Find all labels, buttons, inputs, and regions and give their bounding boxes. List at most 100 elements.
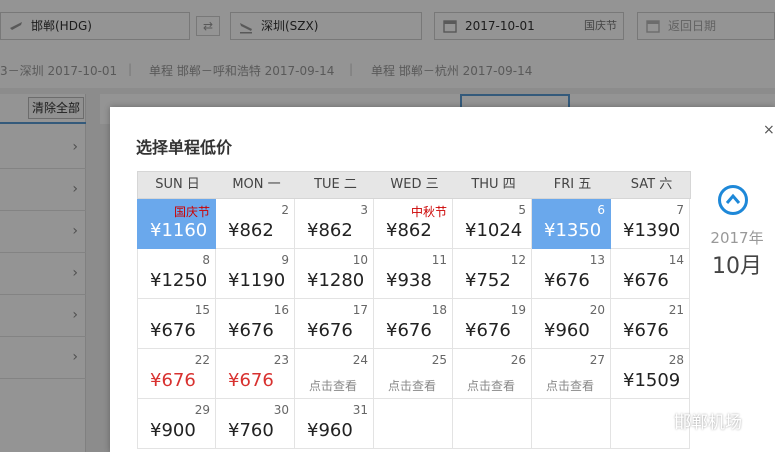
month-label: 10月 [712, 254, 762, 279]
fare-price: ¥676 [150, 370, 196, 391]
low-price-calendar-modal: 选择单程低价 × SUN 日 MON 一 TUE 二 WED 三 THU 四 F… [110, 107, 775, 452]
weekday-label: TUE 二 [314, 177, 357, 192]
weekday-label: MON 一 [232, 177, 281, 192]
calendar-day-cell[interactable]: 19 ¥676 [453, 299, 532, 349]
fare-price: ¥1024 [465, 220, 523, 241]
calendar-day-cell[interactable]: 3 ¥862 [295, 199, 374, 249]
watermark: 邯郸机场 [638, 406, 775, 433]
calendar-day-cell[interactable]: 6 ¥1350 [532, 199, 611, 249]
calendar-day-cell[interactable]: 7 ¥1390 [611, 199, 690, 249]
calendar-day-cell[interactable]: 2 ¥862 [216, 199, 295, 249]
fare-price: ¥676 [228, 370, 274, 391]
day-number: 14 [668, 253, 684, 267]
fare-price: ¥676 [386, 320, 432, 341]
holiday-label: 中秋节 [410, 205, 447, 219]
calendar-day-cell[interactable]: 20 ¥960 [532, 299, 611, 349]
calendar-day-cell[interactable]: 12 ¥752 [453, 249, 532, 299]
day-number: 6 [597, 203, 605, 217]
calendar-day-cell[interactable]: 29 ¥900 [137, 399, 216, 449]
fare-price: ¥1509 [623, 370, 681, 391]
day-number: 19 [510, 303, 526, 317]
view-price-link[interactable]: 点击查看 [388, 377, 436, 394]
day-number: 7 [676, 203, 684, 217]
calendar-empty-cell [374, 399, 453, 449]
day-number: 11 [431, 253, 447, 267]
calendar-day-cell[interactable]: 24 点击查看 [295, 349, 374, 399]
calendar-day-cell[interactable]: 28 ¥1509 [611, 349, 690, 399]
calendar-day-cell[interactable]: 25 点击查看 [374, 349, 453, 399]
day-number: 25 [431, 353, 447, 367]
fare-price: ¥1390 [623, 220, 681, 241]
close-icon[interactable]: × [763, 123, 775, 137]
day-number: 17 [352, 303, 368, 317]
day-number: 12 [510, 253, 526, 267]
day-number: 20 [589, 303, 605, 317]
day-number: 2 [281, 203, 289, 217]
day-number: 15 [194, 303, 210, 317]
fare-price: ¥862 [386, 220, 432, 241]
day-number: 3 [360, 203, 368, 217]
calendar-day-cell[interactable]: 8 ¥1250 [137, 249, 216, 299]
calendar-day-cell[interactable]: 10 ¥1280 [295, 249, 374, 299]
day-number: 24 [352, 353, 368, 367]
calendar-day-cell[interactable]: 18 ¥676 [374, 299, 453, 349]
view-price-link[interactable]: 点击查看 [309, 377, 357, 394]
fare-price: ¥1250 [150, 270, 208, 291]
fare-price: ¥676 [228, 320, 274, 341]
fare-price: ¥862 [228, 220, 274, 241]
weekday-label: THU 四 [471, 177, 516, 192]
fare-price: ¥960 [544, 320, 590, 341]
weekday-label: SAT 六 [630, 177, 673, 192]
calendar-day-cell[interactable]: 11 ¥938 [374, 249, 453, 299]
wechat-icon [641, 410, 668, 428]
fare-price: ¥676 [544, 270, 590, 291]
weekday-label: WED 三 [390, 177, 439, 192]
calendar-day-cell[interactable]: 16 ¥676 [216, 299, 295, 349]
day-number: 30 [273, 403, 289, 417]
day-number: 22 [194, 353, 210, 367]
calendar-day-cell[interactable]: 中秋节 ¥862 [374, 199, 453, 249]
day-number: 16 [273, 303, 289, 317]
weekday-header: SUN 日 MON 一 TUE 二 WED 三 THU 四 FRI 五 SAT … [137, 171, 691, 199]
fare-price: ¥938 [386, 270, 432, 291]
calendar-day-cell[interactable]: 17 ¥676 [295, 299, 374, 349]
calendar-day-cell[interactable]: 国庆节 ¥1160 [137, 199, 216, 249]
day-number: 29 [194, 403, 210, 417]
calendar-day-cell[interactable]: 21 ¥676 [611, 299, 690, 349]
fare-price: ¥862 [307, 220, 353, 241]
weekday-label: SUN 日 [155, 177, 200, 192]
weekday-label: FRI 五 [553, 177, 592, 192]
fare-price: ¥960 [307, 420, 353, 441]
fare-price: ¥1190 [228, 270, 286, 291]
view-price-link[interactable]: 点击查看 [546, 377, 594, 394]
calendar-day-cell[interactable]: 22 ¥676 [137, 349, 216, 399]
modal-title: 选择单程低价 [136, 138, 233, 157]
calendar-day-cell[interactable]: 23 ¥676 [216, 349, 295, 399]
chevron-up-icon [725, 193, 741, 204]
day-number: 26 [510, 353, 526, 367]
fare-price: ¥752 [465, 270, 511, 291]
calendar-day-cell[interactable]: 26 点击查看 [453, 349, 532, 399]
day-number: 21 [668, 303, 684, 317]
day-number: 8 [202, 253, 210, 267]
day-number: 18 [431, 303, 447, 317]
day-number: 23 [273, 353, 289, 367]
fare-price: ¥1160 [150, 220, 208, 241]
calendar-day-cell[interactable]: 31 ¥960 [295, 399, 374, 449]
calendar-day-cell[interactable]: 9 ¥1190 [216, 249, 295, 299]
calendar-day-cell[interactable]: 13 ¥676 [532, 249, 611, 299]
prev-month-button[interactable] [718, 185, 748, 215]
calendar-day-cell[interactable]: 27 点击查看 [532, 349, 611, 399]
day-number: 28 [668, 353, 684, 367]
view-price-link[interactable]: 点击查看 [467, 377, 515, 394]
fare-price: ¥1350 [544, 220, 602, 241]
fare-price: ¥760 [228, 420, 274, 441]
watermark-text: 邯郸机场 [674, 413, 742, 433]
holiday-label: 国庆节 [173, 205, 210, 219]
fare-price: ¥676 [623, 270, 669, 291]
calendar-day-cell[interactable]: 5 ¥1024 [453, 199, 532, 249]
calendar-day-cell[interactable]: 30 ¥760 [216, 399, 295, 449]
year-label: 2017年 [710, 229, 764, 247]
calendar-day-cell[interactable]: 15 ¥676 [137, 299, 216, 349]
calendar-day-cell[interactable]: 14 ¥676 [611, 249, 690, 299]
